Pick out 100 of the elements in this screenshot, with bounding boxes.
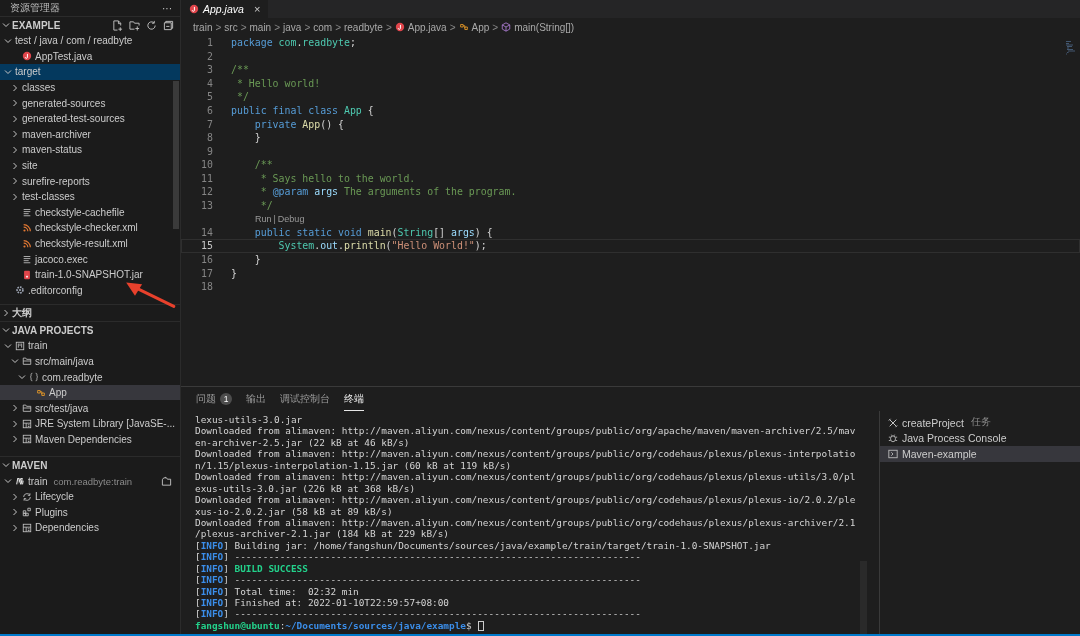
breadcrumb[interactable]: App [471, 21, 490, 33]
java-file-icon [394, 22, 405, 32]
section-header[interactable]: 大纲 [0, 304, 180, 322]
new-file-icon[interactable] [112, 19, 123, 31]
breadcrumb[interactable]: src [224, 21, 238, 33]
tree-item[interactable]: classes [0, 79, 180, 96]
tree-item[interactable]: test / java / com / readbyte [0, 33, 180, 49]
code-line: /** [253, 159, 273, 171]
terminal-line: exus-utils-3.0.jar (226 kB at 368 kB/s) [195, 482, 416, 494]
line-number: 10 [200, 159, 213, 171]
code-line: * @param args The arguments of the program. [259, 186, 517, 198]
chevron-right-icon[interactable] [2, 309, 10, 318]
tree-item[interactable]: target [0, 64, 180, 80]
new-folder-icon[interactable] [129, 19, 140, 31]
breadcrumb[interactable]: main [249, 21, 272, 33]
code-line: package com.readbyte; [231, 37, 356, 49]
braces-icon [29, 372, 39, 383]
breadcrumb-separator: > [274, 21, 280, 33]
code-line: */ [235, 91, 249, 103]
tree-item[interactable]: checkstyle-result.xml [0, 235, 180, 252]
tree-item[interactable]: AppTest.java [0, 48, 180, 65]
breadcrumb[interactable]: train [193, 21, 213, 33]
line-number: 13 [200, 199, 213, 211]
terminal-line: en-archiver-2.5.jar (22 kB at 46 kB/s) [195, 436, 410, 448]
line-number: 7 [206, 118, 213, 130]
breadcrumb-separator: > [215, 21, 222, 33]
tree-item[interactable]: Maven Dependencies [0, 431, 180, 448]
terminal-list-item[interactable]: Java Process Console [880, 430, 1080, 446]
minimap-drawing[interactable] [1066, 38, 1076, 58]
collapse-all-icon[interactable] [163, 19, 174, 31]
run-link[interactable]: Run [255, 213, 272, 224]
tree-item[interactable]: src/test/java [0, 400, 180, 417]
tree-item[interactable]: checkstyle-cachefile [0, 204, 180, 221]
editor-tab[interactable]: App.java × [181, 0, 269, 18]
tree-item[interactable]: .editorconfig [0, 282, 180, 299]
scrollbar[interactable] [860, 561, 867, 634]
code-line: /** [231, 64, 249, 76]
tree-item[interactable]: jacoco.exec [0, 251, 180, 267]
panel-tab[interactable]: 终端 [344, 387, 364, 411]
more-actions-button[interactable]: ··· [162, 2, 172, 14]
tree-item[interactable]: generated-test-sources [0, 110, 180, 127]
tree-item[interactable]: Plugins [0, 504, 180, 521]
panel-tab[interactable]: 问题 1 [196, 387, 232, 411]
close-button[interactable]: × [253, 3, 261, 15]
breadcrumb[interactable]: com [313, 21, 333, 33]
terminal-line: Downloaded from alimaven: http://maven.aliyun.com/nexus/content/groups/public/org/codehaus/plexus/plexus-io/2.0.2/ple [195, 494, 856, 506]
tree-item[interactable]: checkstyle-checker.xml [0, 220, 180, 236]
tree-item[interactable]: Lifecycle [0, 488, 180, 505]
terminal-list-item[interactable]: createProject 任务 [880, 415, 1080, 431]
tools-icon [888, 417, 898, 428]
new-terminal-icon[interactable] [161, 476, 172, 488]
breadcrumb-separator: > [304, 21, 311, 33]
tree-item[interactable]: test-classes [0, 188, 180, 205]
panel-tab[interactable]: 输出 [246, 387, 266, 411]
tree-item[interactable]: maven-archiver [0, 126, 180, 143]
terminal-line: Downloaded from alimaven: http://maven.aliyun.com/nexus/content/groups/public/org/codehaus/plexus/plexus-archiver/2.1 [195, 516, 856, 528]
scrollbar[interactable] [173, 81, 179, 229]
tree-item[interactable]: site [0, 157, 180, 174]
bug-icon [888, 433, 898, 444]
panel-tab[interactable]: 调试控制台 [280, 387, 330, 411]
breadcrumb[interactable]: readbyte [343, 21, 383, 33]
count-badge: 1 [220, 393, 232, 405]
breadcrumb[interactable]: java [283, 21, 302, 33]
tree-item[interactable]: Dependencies [0, 520, 180, 536]
text-file-icon [22, 207, 32, 218]
tree-item[interactable]: JRE System Library [JavaSE-... [0, 416, 180, 432]
tree-item[interactable]: com.readbyte [0, 369, 180, 385]
section-header[interactable]: MAVEN [0, 456, 180, 474]
breadcrumb-separator: > [449, 21, 456, 33]
tree-item[interactable]: App [0, 384, 180, 401]
chevron-down-icon[interactable] [4, 68, 12, 76]
tree-item[interactable]: train [0, 338, 180, 354]
line-number: 18 [200, 281, 213, 293]
refresh-icon[interactable] [146, 19, 157, 31]
tree-item[interactable]: maven-status [0, 142, 180, 158]
terminal-line: lexus-utils-3.0.jar [195, 414, 303, 425]
section-header[interactable]: EXAMPLE [0, 16, 180, 33]
breadcrumb-separator: > [385, 21, 392, 33]
breadcrumb[interactable]: main(String[]) [514, 21, 575, 33]
tree-item[interactable]: surefire-reports [0, 173, 180, 189]
debug-link[interactable]: Debug [277, 213, 305, 224]
line-number: 6 [206, 105, 213, 116]
breadcrumb[interactable]: App.java [407, 21, 447, 33]
tree-item[interactable]: train-1.0-SNAPSHOT.jar [0, 266, 180, 283]
tree-item[interactable]: src/main/java [0, 353, 180, 370]
project-icon [15, 340, 25, 351]
line-number: 1 [206, 37, 213, 49]
terminal-line: Downloaded from alimaven: http://maven.aliyun.com/nexus/content/groups/public/org/codehaus/plexus/plexus-utils/3.0/pl [195, 471, 856, 483]
terminal-line: [INFO] ------------------------------------------------------------------------ [195, 574, 641, 586]
sidebar-title: 资源管理器 [10, 1, 60, 15]
section-header[interactable]: JAVA PROJECTS [0, 321, 180, 339]
terminal-line: /plexus-archiver-2.1.jar (184 kB at 229 kB/s) [195, 528, 449, 540]
terminal-list-item[interactable]: Maven-example [880, 446, 1080, 462]
tree-item[interactable]: train com.readbyte:train [0, 473, 180, 489]
codelens-separator: | [273, 213, 276, 224]
library-icon [22, 434, 32, 445]
tree-item[interactable]: generated-sources [0, 95, 180, 111]
line-number: 12 [200, 186, 213, 198]
line-number: 16 [200, 254, 213, 265]
code-line: System.out.println("Hello World!"); [277, 240, 487, 252]
